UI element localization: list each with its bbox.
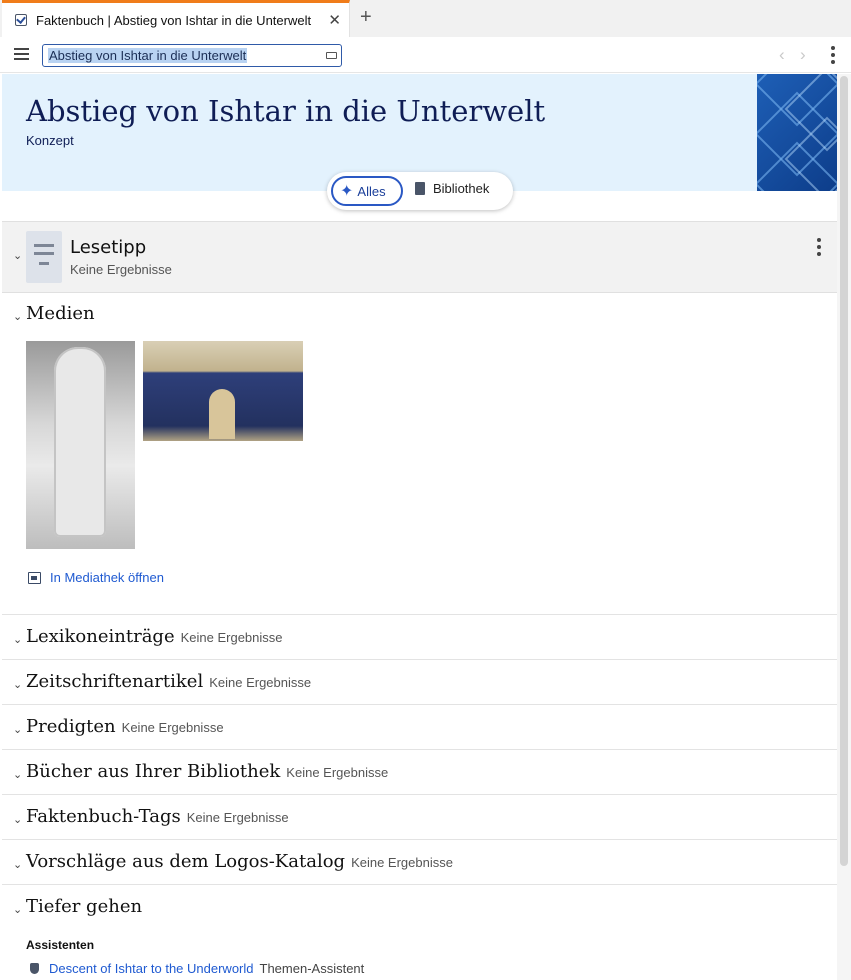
section-status: Keine Ergebnisse xyxy=(180,630,283,645)
section-logos-katalog[interactable]: ⌄ Vorschläge aus dem Logos-Katalog Keine… xyxy=(2,851,837,872)
section-lexikon[interactable]: ⌄ Lexikoneinträge Keine Ergebnisse xyxy=(2,626,837,647)
close-icon[interactable]: ✕ xyxy=(328,11,341,29)
page-subtitle: Konzept xyxy=(26,133,74,148)
tab-faktenbuch[interactable]: Faktenbuch | Abstieg von Ishtar in die U… xyxy=(2,0,350,37)
chevron-down-icon[interactable]: ⌄ xyxy=(13,249,22,262)
section-title: Lexikoneinträge xyxy=(26,626,175,647)
assistant-item: Descent of Ishtar to the Underworld Them… xyxy=(30,961,364,976)
address-field[interactable]: Abstieg von Ishtar in die Unterwelt xyxy=(42,44,342,67)
checkbook-icon xyxy=(15,14,27,26)
keyboard-icon[interactable] xyxy=(326,52,337,59)
page-title: Abstieg von Ishtar in die Unterwelt xyxy=(26,94,546,128)
chevron-down-icon[interactable]: ⌄ xyxy=(13,858,22,871)
section-faktenbuch-tags[interactable]: ⌄ Faktenbuch-Tags Keine Ergebnisse xyxy=(2,806,837,827)
tab-title: Faktenbuch | Abstieg von Ishtar in die U… xyxy=(36,12,312,28)
more-options-icon[interactable] xyxy=(831,46,835,67)
more-options-icon[interactable] xyxy=(817,238,821,259)
section-title: Tiefer gehen xyxy=(26,896,143,917)
filter-library-button[interactable]: Bibliothek xyxy=(415,181,489,196)
section-title: Faktenbuch-Tags xyxy=(26,806,181,827)
forward-button[interactable]: › xyxy=(800,45,806,65)
tab-strip: Faktenbuch | Abstieg von Ishtar in die U… xyxy=(0,0,851,37)
section-deeper[interactable]: ⌄ Tiefer gehen xyxy=(2,896,837,917)
chevron-down-icon[interactable]: ⌄ xyxy=(13,903,22,916)
divider xyxy=(2,749,837,750)
assistant-link[interactable]: Descent of Ishtar to the Underworld xyxy=(49,961,254,976)
chevron-down-icon[interactable]: ⌄ xyxy=(13,633,22,646)
lesetipp-title: Lesetipp xyxy=(70,237,147,258)
section-zeitschriften[interactable]: ⌄ Zeitschriftenartikel Keine Ergebnisse xyxy=(2,671,837,692)
lesetipp-section[interactable]: ⌄ Lesetipp Keine Ergebnisse xyxy=(2,221,837,293)
chevron-down-icon[interactable]: ⌄ xyxy=(13,768,22,781)
section-status: Keine Ergebnisse xyxy=(121,720,224,735)
banner-artwork xyxy=(757,74,837,191)
reading-tip-icon xyxy=(26,231,62,283)
section-title: Vorschläge aus dem Logos-Katalog xyxy=(26,851,346,872)
back-button[interactable]: ‹ xyxy=(779,45,785,65)
divider xyxy=(2,794,837,795)
open-in-media-library-link[interactable]: In Mediathek öffnen xyxy=(28,570,164,585)
lesetipp-status: Keine Ergebnisse xyxy=(70,262,172,277)
scrollbar-thumb[interactable] xyxy=(840,76,848,866)
section-buecher[interactable]: ⌄ Bücher aus Ihrer Bibliothek Keine Erge… xyxy=(2,761,837,782)
new-tab-button[interactable]: + xyxy=(360,6,372,29)
section-predigten[interactable]: ⌄ Predigten Keine Ergebnisse xyxy=(2,716,837,737)
filter-all-label: Alles xyxy=(357,183,386,199)
divider xyxy=(2,614,837,615)
media-title: Medien xyxy=(26,303,95,324)
sparkle-icon: ✦ xyxy=(340,183,354,200)
section-status: Keine Ergebnisse xyxy=(351,855,453,870)
section-title: Predigten xyxy=(26,716,116,737)
chevron-down-icon[interactable]: ⌄ xyxy=(13,678,22,691)
filter-all-button[interactable]: ✦ Alles xyxy=(331,176,403,206)
chevron-down-icon[interactable]: ⌄ xyxy=(13,813,22,826)
assistants-heading: Assistenten xyxy=(26,938,95,952)
toolbar: Abstieg von Ishtar in die Unterwelt ‹ › xyxy=(0,37,851,73)
chevron-down-icon[interactable]: ⌄ xyxy=(13,723,22,736)
media-thumbnail-ishtar-gate[interactable] xyxy=(143,341,303,441)
book-icon xyxy=(415,182,425,195)
divider xyxy=(2,884,837,885)
section-status: Keine Ergebnisse xyxy=(209,675,312,690)
section-title: Zeitschriftenartikel xyxy=(26,671,204,692)
media-thumbnail-statue[interactable] xyxy=(26,341,135,549)
divider xyxy=(2,704,837,705)
assistant-type: Themen-Assistent xyxy=(259,961,365,976)
divider xyxy=(2,659,837,660)
shield-icon xyxy=(30,963,39,974)
section-status: Keine Ergebnisse xyxy=(186,810,289,825)
media-section-header[interactable]: ⌄ Medien xyxy=(2,303,837,324)
chevron-down-icon[interactable]: ⌄ xyxy=(13,310,22,323)
gallery-icon xyxy=(28,571,41,584)
open-in-media-library-label: In Mediathek öffnen xyxy=(50,570,164,585)
divider xyxy=(2,839,837,840)
menu-icon[interactable] xyxy=(14,48,29,60)
section-status: Keine Ergebnisse xyxy=(286,765,389,780)
address-value: Abstieg von Ishtar in die Unterwelt xyxy=(48,48,248,63)
filter-toggle: ✦ Alles Bibliothek xyxy=(327,172,513,210)
filter-library-label: Bibliothek xyxy=(433,181,490,196)
section-title: Bücher aus Ihrer Bibliothek xyxy=(26,761,281,782)
